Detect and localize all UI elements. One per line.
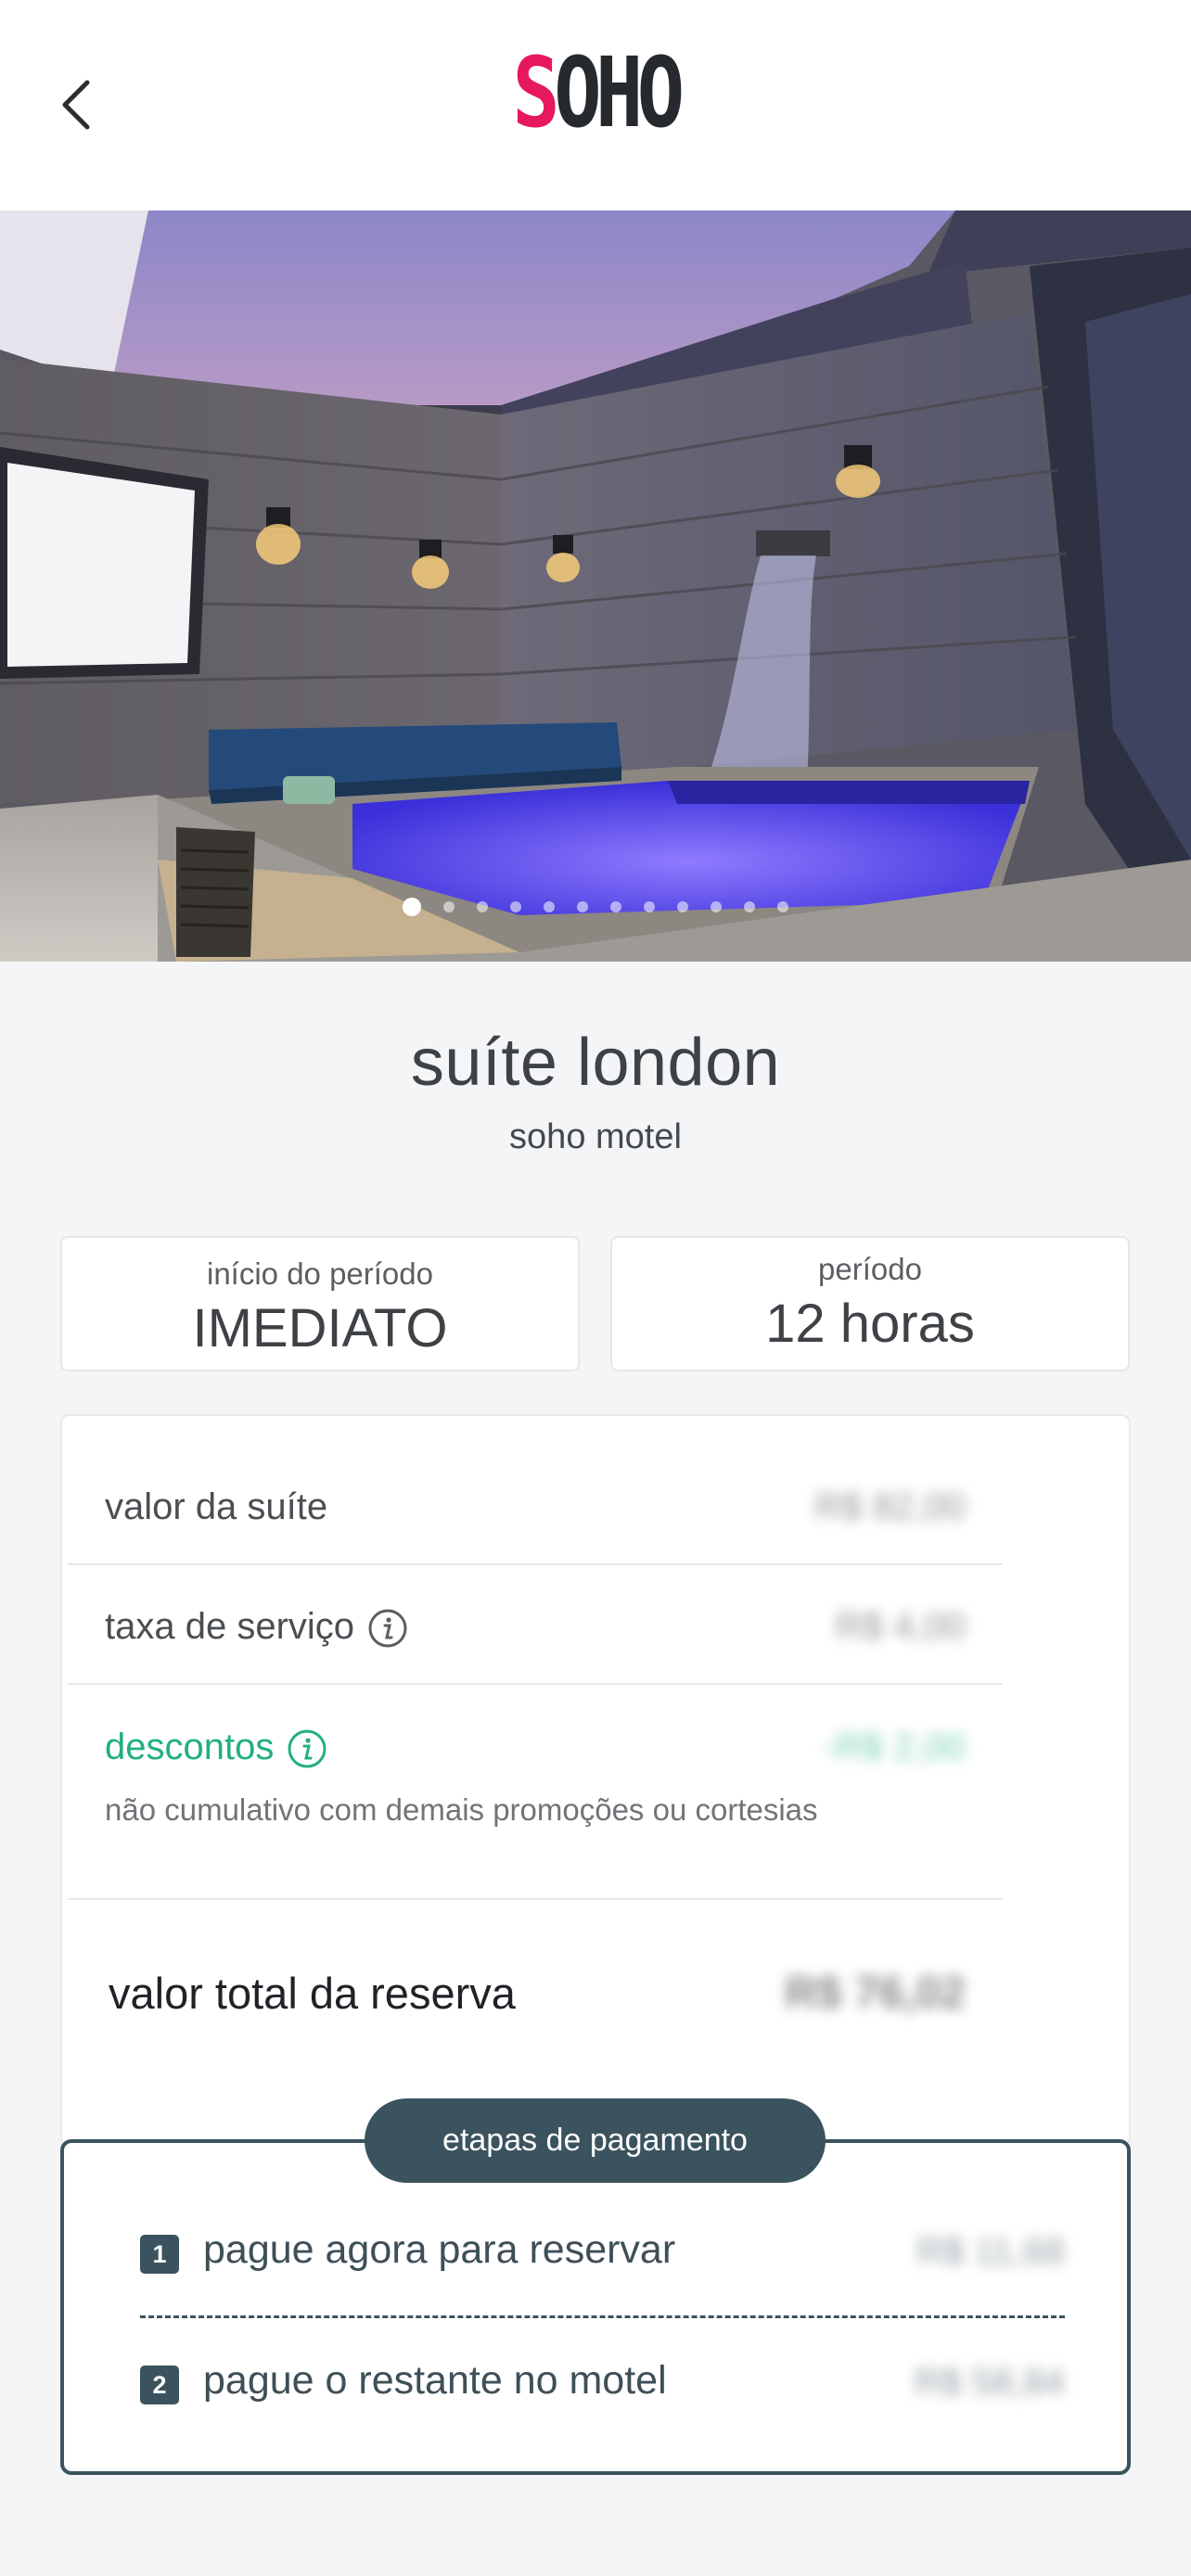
suite-value-amount: R$ 82,00 [814,1486,966,1527]
info-icon[interactable] [287,1728,327,1769]
suite-value-label: valor da suíte [105,1486,328,1527]
chevron-left-icon [62,80,90,130]
payment-step-2: 2 pague o restante no motel R$ 58,84 [140,2358,1065,2414]
logo-letters-oho: OHO [554,36,685,149]
total-amount: R$ 76,02 [785,1969,966,2018]
step-amount: R$ 58,84 [914,2362,1065,2403]
divider [68,1898,1003,1900]
suite-photo [0,210,1191,962]
service-fee-amount: R$ 4,00 [835,1606,966,1647]
discounts-name: descontos [105,1727,327,1769]
carousel-dot[interactable] [610,901,621,912]
payment-steps-box [60,2139,1131,2475]
period-duration-card[interactable]: período 12 horas [610,1236,1130,1371]
carousel-dot[interactable] [403,898,421,916]
divider [68,1563,1003,1565]
service-fee-row: taxa de serviço R$ 4,00 [68,1606,1003,1662]
payment-steps-title: etapas de pagamento [365,2098,826,2183]
period-start-card[interactable]: início do período IMEDIATO [60,1236,580,1371]
carousel-dot[interactable] [677,901,688,912]
soho-logo: SOHO [108,45,1084,141]
discounts-row: descontos -R$ 2,00 [68,1727,1003,1782]
step-label: pague agora para reservar [203,2227,676,2272]
logo-letter-s: S [512,36,559,149]
payment-step-1: 1 pague agora para reservar R$ 11,68 [140,2227,1065,2283]
suite-photo-carousel[interactable] [0,210,1191,962]
carousel-dot[interactable] [443,901,455,912]
total-label: valor total da reserva [109,1969,516,2018]
total-row: valor total da reserva R$ 76,02 [68,1968,1003,2033]
dashed-divider [140,2315,1065,2318]
back-button[interactable] [48,72,104,137]
period-duration-value: 12 horas [765,1294,975,1354]
info-icon[interactable] [367,1608,408,1649]
carousel-pagination [0,898,1191,916]
step-label: pague o restante no motel [203,2358,667,2403]
period-start-value: IMEDIATO [192,1298,448,1358]
carousel-dot[interactable] [711,901,722,912]
carousel-dot[interactable] [577,901,588,912]
carousel-dot[interactable] [477,901,488,912]
discounts-note: não cumulativo com demais promoções ou c… [105,1792,818,1827]
discounts-label: descontos [105,1727,275,1767]
carousel-dot[interactable] [644,901,655,912]
carousel-dot[interactable] [777,901,788,912]
discounts-amount: -R$ 2,00 [823,1727,966,1767]
step-number-badge: 2 [140,2366,179,2404]
suite-title: suíte london [410,1026,781,1100]
app-header: SOHO [0,0,1191,210]
service-fee-name: taxa de serviço [105,1606,408,1649]
step-number-badge: 1 [140,2235,179,2274]
period-start-label: início do período [206,1256,433,1291]
motel-name: soho motel [509,1117,682,1156]
suite-value-row: valor da suíte R$ 82,00 [68,1486,1003,1542]
carousel-dot[interactable] [510,901,521,912]
carousel-dot[interactable] [744,901,755,912]
step-amount: R$ 11,68 [916,2231,1065,2272]
divider [68,1683,1003,1685]
service-fee-label: taxa de serviço [105,1606,355,1647]
period-duration-label: período [818,1252,922,1286]
carousel-dot[interactable] [544,901,555,912]
